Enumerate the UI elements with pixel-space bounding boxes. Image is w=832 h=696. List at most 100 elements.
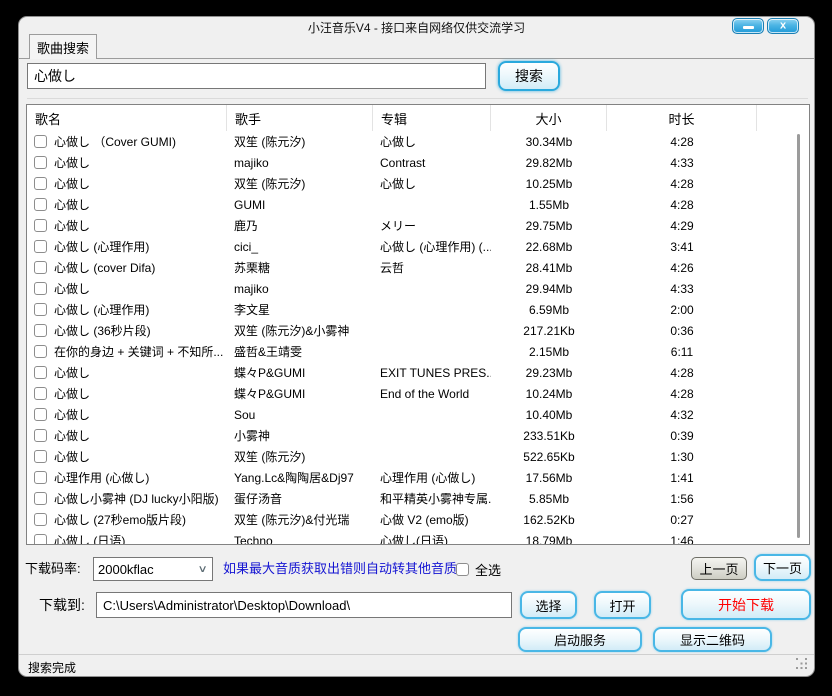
- table-row[interactable]: 心做し 鹿乃 メリー 29.75Mb 4:29: [27, 215, 809, 236]
- tab-song-search[interactable]: 歌曲搜索: [29, 34, 97, 59]
- column-header-artist[interactable]: 歌手: [227, 105, 373, 131]
- bitrate-select[interactable]: 2000kflac ∨: [93, 557, 213, 581]
- row-checkbox[interactable]: [34, 324, 47, 337]
- table-row[interactable]: 心做し （Cover GUMI) 双笙 (陈元汐) 心做し 30.34Mb 4:…: [27, 131, 809, 152]
- row-checkbox[interactable]: [34, 219, 47, 232]
- table-row[interactable]: 心做し (27秒emo版片段) 双笙 (陈元汐)&付光瑞 心做 V2 (emo版…: [27, 509, 809, 530]
- song-duration: 4:29: [607, 215, 757, 236]
- song-album: [373, 299, 491, 320]
- song-album: End of the World: [373, 383, 491, 404]
- song-duration: 4:33: [607, 152, 757, 173]
- title-bar[interactable]: 小汪音乐V4 - 接口来自网络仅供交流学习 x: [19, 17, 814, 35]
- table-row[interactable]: 在你的身边 + 关键词 + 不知所... 盛哲&王靖雯 2.15Mb 6:11: [27, 341, 809, 362]
- song-size: 233.51Kb: [491, 425, 607, 446]
- search-input[interactable]: [27, 63, 486, 89]
- row-checkbox[interactable]: [34, 534, 47, 545]
- table-row[interactable]: 心做し 蝶々P&GUMI EXIT TUNES PRES... 29.23Mb …: [27, 362, 809, 383]
- open-folder-button[interactable]: 打开: [594, 591, 651, 619]
- row-checkbox[interactable]: [34, 345, 47, 358]
- table-row[interactable]: 心做し 小雾神 233.51Kb 0:39: [27, 425, 809, 446]
- table-row[interactable]: 心做し Sou 10.40Mb 4:32: [27, 404, 809, 425]
- song-size: 29.23Mb: [491, 362, 607, 383]
- table-row[interactable]: 心做し (cover Difa) 苏栗糖 云哲 28.41Mb 4:26: [27, 257, 809, 278]
- row-checkbox[interactable]: [34, 471, 47, 484]
- song-artist: 蛋仔汤音: [227, 488, 373, 509]
- resize-grip-icon[interactable]: [796, 658, 807, 669]
- row-checkbox[interactable]: [34, 387, 47, 400]
- song-name: 心做し (心理作用): [54, 301, 149, 318]
- search-button[interactable]: 搜索: [498, 61, 560, 91]
- table-row[interactable]: 心做し (36秒片段) 双笙 (陈元汐)&小雾神 217.21Kb 0:36: [27, 320, 809, 341]
- song-size: 217.21Kb: [491, 320, 607, 341]
- row-checkbox[interactable]: [34, 492, 47, 505]
- song-artist: cici_: [227, 236, 373, 257]
- column-header-name[interactable]: 歌名: [27, 105, 227, 131]
- song-album: 和平精英小雾神专属...: [373, 488, 491, 509]
- song-size: 10.40Mb: [491, 404, 607, 425]
- row-checkbox[interactable]: [34, 261, 47, 274]
- song-name: 心做し (心理作用): [54, 238, 149, 255]
- table-row[interactable]: 心做し 蝶々P&GUMI End of the World 10.24Mb 4:…: [27, 383, 809, 404]
- row-checkbox[interactable]: [34, 450, 47, 463]
- song-name: 心做し: [54, 175, 90, 192]
- song-album: 心做 V2 (emo版): [373, 509, 491, 530]
- table-header: 歌名 歌手 专辑 大小 时长: [27, 105, 809, 131]
- statusbar-divider: [19, 654, 814, 655]
- song-artist: 李文星: [227, 299, 373, 320]
- song-duration: 4:28: [607, 383, 757, 404]
- start-download-button[interactable]: 开始下载: [681, 589, 811, 620]
- prev-page-button[interactable]: 上一页: [691, 557, 747, 580]
- table-row[interactable]: 心做し 双笙 (陈元汐) 心做し 10.25Mb 4:28: [27, 173, 809, 194]
- next-page-button[interactable]: 下一页: [754, 554, 811, 581]
- choose-folder-button[interactable]: 选择: [520, 591, 577, 619]
- row-checkbox[interactable]: [34, 408, 47, 421]
- row-checkbox[interactable]: [34, 240, 47, 253]
- song-name: 心做し (日语): [54, 532, 125, 545]
- table-scrollbar[interactable]: [797, 134, 800, 538]
- start-service-button[interactable]: 启动服务: [518, 627, 642, 652]
- song-artist: 蝶々P&GUMI: [227, 362, 373, 383]
- table-row[interactable]: 心理作用 (心做し) Yang.Lc&陶陶居&Dj97 心理作用 (心做し) 1…: [27, 467, 809, 488]
- row-checkbox[interactable]: [34, 366, 47, 379]
- table-row[interactable]: 心做し (心理作用) cici_ 心做し (心理作用) (... 22.68Mb…: [27, 236, 809, 257]
- song-artist: Yang.Lc&陶陶居&Dj97: [227, 467, 373, 488]
- minimize-button[interactable]: [732, 18, 764, 34]
- status-text: 搜索完成: [28, 659, 76, 676]
- column-header-size[interactable]: 大小: [491, 105, 607, 131]
- song-album: [373, 341, 491, 362]
- row-checkbox[interactable]: [34, 303, 47, 316]
- table-row[interactable]: 心做し (日语) Techno 心做し(日语) 18.79Mb 1:46: [27, 530, 809, 545]
- table-row[interactable]: 心做し小雾神 (DJ lucky小阳版) 蛋仔汤音 和平精英小雾神专属... 5…: [27, 488, 809, 509]
- row-checkbox[interactable]: [34, 513, 47, 526]
- song-name: 心做し: [54, 385, 90, 402]
- song-duration: 4:28: [607, 131, 757, 152]
- song-artist: 双笙 (陈元汐): [227, 131, 373, 152]
- column-header-duration[interactable]: 时长: [607, 105, 757, 131]
- song-name: 心做し: [54, 280, 90, 297]
- row-checkbox[interactable]: [34, 156, 47, 169]
- table-row[interactable]: 心做し majiko 29.94Mb 4:33: [27, 278, 809, 299]
- row-checkbox[interactable]: [34, 429, 47, 442]
- table-row[interactable]: 心做し 双笙 (陈元汐) 522.65Kb 1:30: [27, 446, 809, 467]
- close-button[interactable]: x: [767, 18, 799, 34]
- song-duration: 4:28: [607, 173, 757, 194]
- row-checkbox[interactable]: [34, 177, 47, 190]
- show-qrcode-button[interactable]: 显示二维码: [653, 627, 772, 652]
- column-header-album[interactable]: 专辑: [373, 105, 491, 131]
- select-all[interactable]: 全选: [456, 557, 501, 581]
- row-checkbox[interactable]: [34, 282, 47, 295]
- song-name: 心做し: [54, 217, 90, 234]
- song-size: 10.25Mb: [491, 173, 607, 194]
- row-checkbox[interactable]: [34, 135, 47, 148]
- table-row[interactable]: 心做し (心理作用) 李文星 6.59Mb 2:00: [27, 299, 809, 320]
- song-duration: 3:41: [607, 236, 757, 257]
- song-duration: 4:26: [607, 257, 757, 278]
- select-all-checkbox[interactable]: [456, 563, 469, 576]
- row-checkbox[interactable]: [34, 198, 47, 211]
- download-path-input[interactable]: [96, 592, 512, 618]
- song-name: 心做し: [54, 364, 90, 381]
- tabstrip-divider: [19, 58, 814, 59]
- song-duration: 0:27: [607, 509, 757, 530]
- table-row[interactable]: 心做し majiko Contrast 29.82Mb 4:33: [27, 152, 809, 173]
- table-row[interactable]: 心做し GUMI 1.55Mb 4:28: [27, 194, 809, 215]
